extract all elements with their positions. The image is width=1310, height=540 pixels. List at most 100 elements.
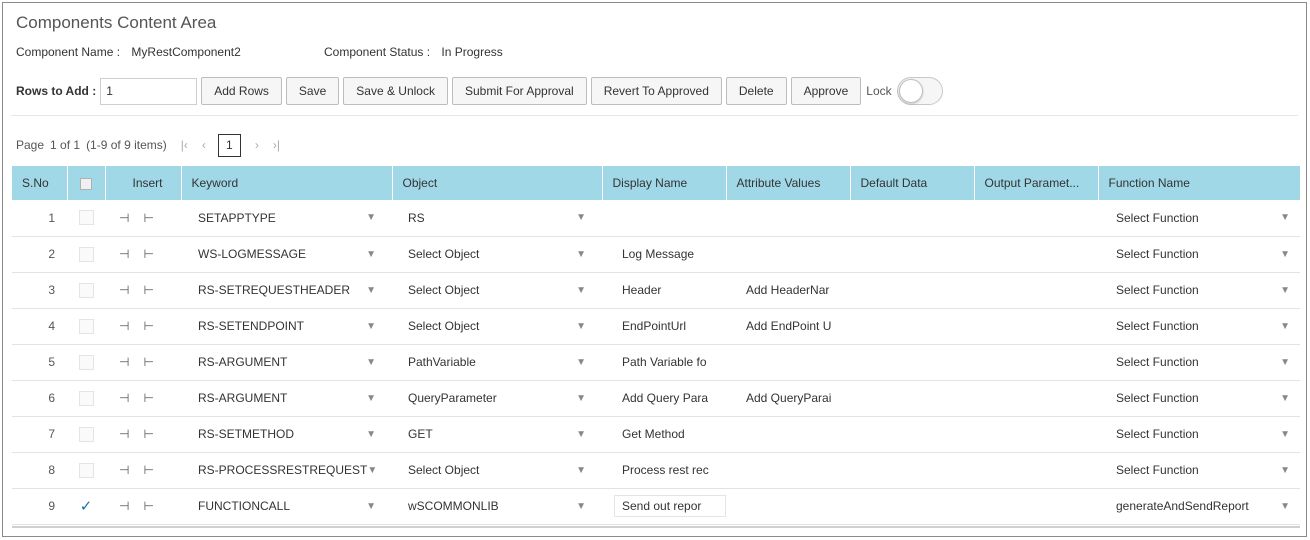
default-data-cell[interactable] [850, 452, 974, 489]
insert-row-below-icon[interactable]: ⊢ [143, 391, 153, 405]
row-checkbox[interactable] [78, 354, 94, 370]
keyword-cell[interactable]: RS-SETENDPOINT ▼ [181, 308, 392, 345]
function-name-cell[interactable]: Select Function ▼ [1098, 416, 1300, 453]
table-scrollbar[interactable] [12, 526, 1300, 528]
insert-row-below-icon[interactable]: ⊢ [143, 463, 153, 477]
keyword-cell[interactable]: FUNCTIONCALL ▼ [181, 488, 392, 525]
caret-down-icon[interactable]: ▼ [1280, 357, 1290, 368]
caret-down-icon[interactable]: ▼ [366, 321, 376, 332]
insert-row-above-icon[interactable]: ⊣ [119, 499, 129, 513]
caret-down-icon[interactable]: ▼ [366, 393, 376, 404]
function-name-cell[interactable]: Select Function ▼ [1098, 380, 1300, 417]
function-name-cell[interactable]: Select Function ▼ [1098, 200, 1300, 237]
table-row[interactable]: 2 ⊣ ⊢ WS-LOGMESSAGE ▼ Select Object ▼ Log Messa… [12, 236, 1300, 273]
select-cell[interactable] [67, 200, 105, 237]
display-name-cell[interactable]: Add Query Para [602, 380, 726, 417]
caret-down-icon[interactable]: ▼ [1280, 465, 1290, 476]
display-name-cell[interactable]: Path Variable fo [602, 344, 726, 381]
rows-to-add-input[interactable] [100, 77, 198, 105]
last-page-icon[interactable]: ›| [273, 138, 280, 152]
display-name-cell[interactable]: Get Method [602, 416, 726, 453]
object-cell[interactable]: QueryParameter ▼ [392, 380, 602, 417]
function-name-cell[interactable]: Select Function ▼ [1098, 452, 1300, 489]
caret-down-icon[interactable]: ▼ [576, 285, 586, 296]
insert-row-below-icon[interactable]: ⊢ [143, 427, 153, 441]
checkmark-icon[interactable]: ✓ [80, 498, 93, 515]
table-row[interactable]: 6 ⊣ ⊢ RS-ARGUMENT ▼ QueryParameter ▼ Add Query … [12, 380, 1300, 417]
output-param-cell[interactable] [974, 344, 1098, 381]
caret-down-icon[interactable]: ▼ [1280, 249, 1290, 260]
insert-row-above-icon[interactable]: ⊣ [119, 211, 129, 225]
function-name-cell[interactable]: Select Function ▼ [1098, 308, 1300, 345]
keyword-cell[interactable]: RS-SETMETHOD ▼ [181, 416, 392, 453]
select-cell[interactable] [67, 272, 105, 309]
row-checkbox[interactable] [78, 210, 94, 226]
table-row[interactable]: 3 ⊣ ⊢ RS-SETREQUESTHEADER ▼ Select Object ▼ Hea… [12, 272, 1300, 309]
insert-row-below-icon[interactable]: ⊢ [143, 499, 153, 513]
keyword-cell[interactable]: WS-LOGMESSAGE ▼ [181, 236, 392, 273]
object-cell[interactable]: GET ▼ [392, 416, 602, 453]
default-data-cell[interactable] [850, 236, 974, 273]
keyword-cell[interactable]: SETAPPTYPE ▼ [181, 200, 392, 237]
caret-down-icon[interactable]: ▼ [1280, 285, 1290, 296]
default-data-cell[interactable] [850, 308, 974, 345]
attribute-values-cell[interactable]: Add QueryParai [726, 380, 850, 417]
first-page-icon[interactable]: |‹ [181, 138, 188, 152]
default-data-cell[interactable] [850, 200, 974, 237]
table-row[interactable]: 1 ⊣ ⊢ SETAPPTYPE ▼ RS ▼ Select Function ▼ [12, 200, 1300, 237]
table-row[interactable]: 5 ⊣ ⊢ RS-ARGUMENT ▼ PathVariable ▼ Path Variabl… [12, 344, 1300, 381]
display-name-cell[interactable]: Log Message [602, 236, 726, 273]
function-name-cell[interactable]: Select Function ▼ [1098, 344, 1300, 381]
add-rows-button[interactable]: Add Rows [201, 77, 282, 105]
row-checkbox[interactable] [78, 462, 94, 478]
current-page-button[interactable]: 1 [217, 133, 241, 157]
function-name-cell[interactable]: Select Function ▼ [1098, 236, 1300, 273]
next-page-icon[interactable]: › [255, 138, 259, 152]
caret-down-icon[interactable]: ▼ [366, 212, 376, 223]
caret-down-icon[interactable]: ▼ [576, 465, 586, 476]
caret-down-icon[interactable]: ▼ [1280, 212, 1290, 223]
select-cell[interactable] [67, 308, 105, 345]
object-cell[interactable]: Select Object ▼ [392, 452, 602, 489]
keyword-cell[interactable]: RS-PROCESSRESTREQUEST ▼ [181, 452, 392, 489]
caret-down-icon[interactable]: ▼ [1280, 393, 1290, 404]
insert-row-above-icon[interactable]: ⊣ [119, 283, 129, 297]
delete-button[interactable]: Delete [725, 77, 787, 105]
insert-row-below-icon[interactable]: ⊢ [143, 211, 153, 225]
attribute-values-cell[interactable] [726, 200, 850, 237]
caret-down-icon[interactable]: ▼ [366, 501, 376, 512]
caret-down-icon[interactable]: ▼ [1280, 501, 1290, 512]
default-data-cell[interactable] [850, 380, 974, 417]
insert-row-above-icon[interactable]: ⊣ [119, 319, 129, 333]
caret-down-icon[interactable]: ▼ [576, 501, 586, 512]
insert-row-below-icon[interactable]: ⊢ [143, 355, 153, 369]
output-param-cell[interactable] [974, 488, 1098, 525]
row-checkbox[interactable] [78, 318, 94, 334]
function-name-cell[interactable]: Select Function ▼ [1098, 272, 1300, 309]
caret-down-icon[interactable]: ▼ [576, 321, 586, 332]
display-name-cell[interactable] [602, 200, 726, 237]
output-param-cell[interactable] [974, 416, 1098, 453]
select-cell[interactable] [67, 380, 105, 417]
caret-down-icon[interactable]: ▼ [366, 357, 376, 368]
submit-for-approval-button[interactable]: Submit For Approval [451, 77, 587, 105]
display-name-cell[interactable]: Process rest rec [602, 452, 726, 489]
object-cell[interactable]: Select Object ▼ [392, 272, 602, 309]
attribute-values-cell[interactable] [726, 488, 850, 525]
object-cell[interactable]: RS ▼ [392, 200, 602, 237]
caret-down-icon[interactable]: ▼ [367, 465, 377, 476]
caret-down-icon[interactable]: ▼ [576, 357, 586, 368]
insert-row-below-icon[interactable]: ⊢ [143, 247, 153, 261]
object-cell[interactable]: wSCOMMONLIB ▼ [392, 488, 602, 525]
output-param-cell[interactable] [974, 380, 1098, 417]
attribute-values-cell[interactable] [726, 236, 850, 273]
select-cell[interactable] [67, 344, 105, 381]
attribute-values-cell[interactable]: Add EndPoint U [726, 308, 850, 345]
output-param-cell[interactable] [974, 272, 1098, 309]
display-name-cell-text[interactable]: Send out repor [614, 495, 726, 517]
revert-to-approved-button[interactable]: Revert To Approved [590, 77, 722, 105]
table-row[interactable]: 4 ⊣ ⊢ RS-SETENDPOINT ▼ Select Object ▼ EndPoint… [12, 308, 1300, 345]
default-data-cell[interactable] [850, 416, 974, 453]
insert-row-above-icon[interactable]: ⊣ [119, 427, 129, 441]
caret-down-icon[interactable]: ▼ [366, 429, 376, 440]
